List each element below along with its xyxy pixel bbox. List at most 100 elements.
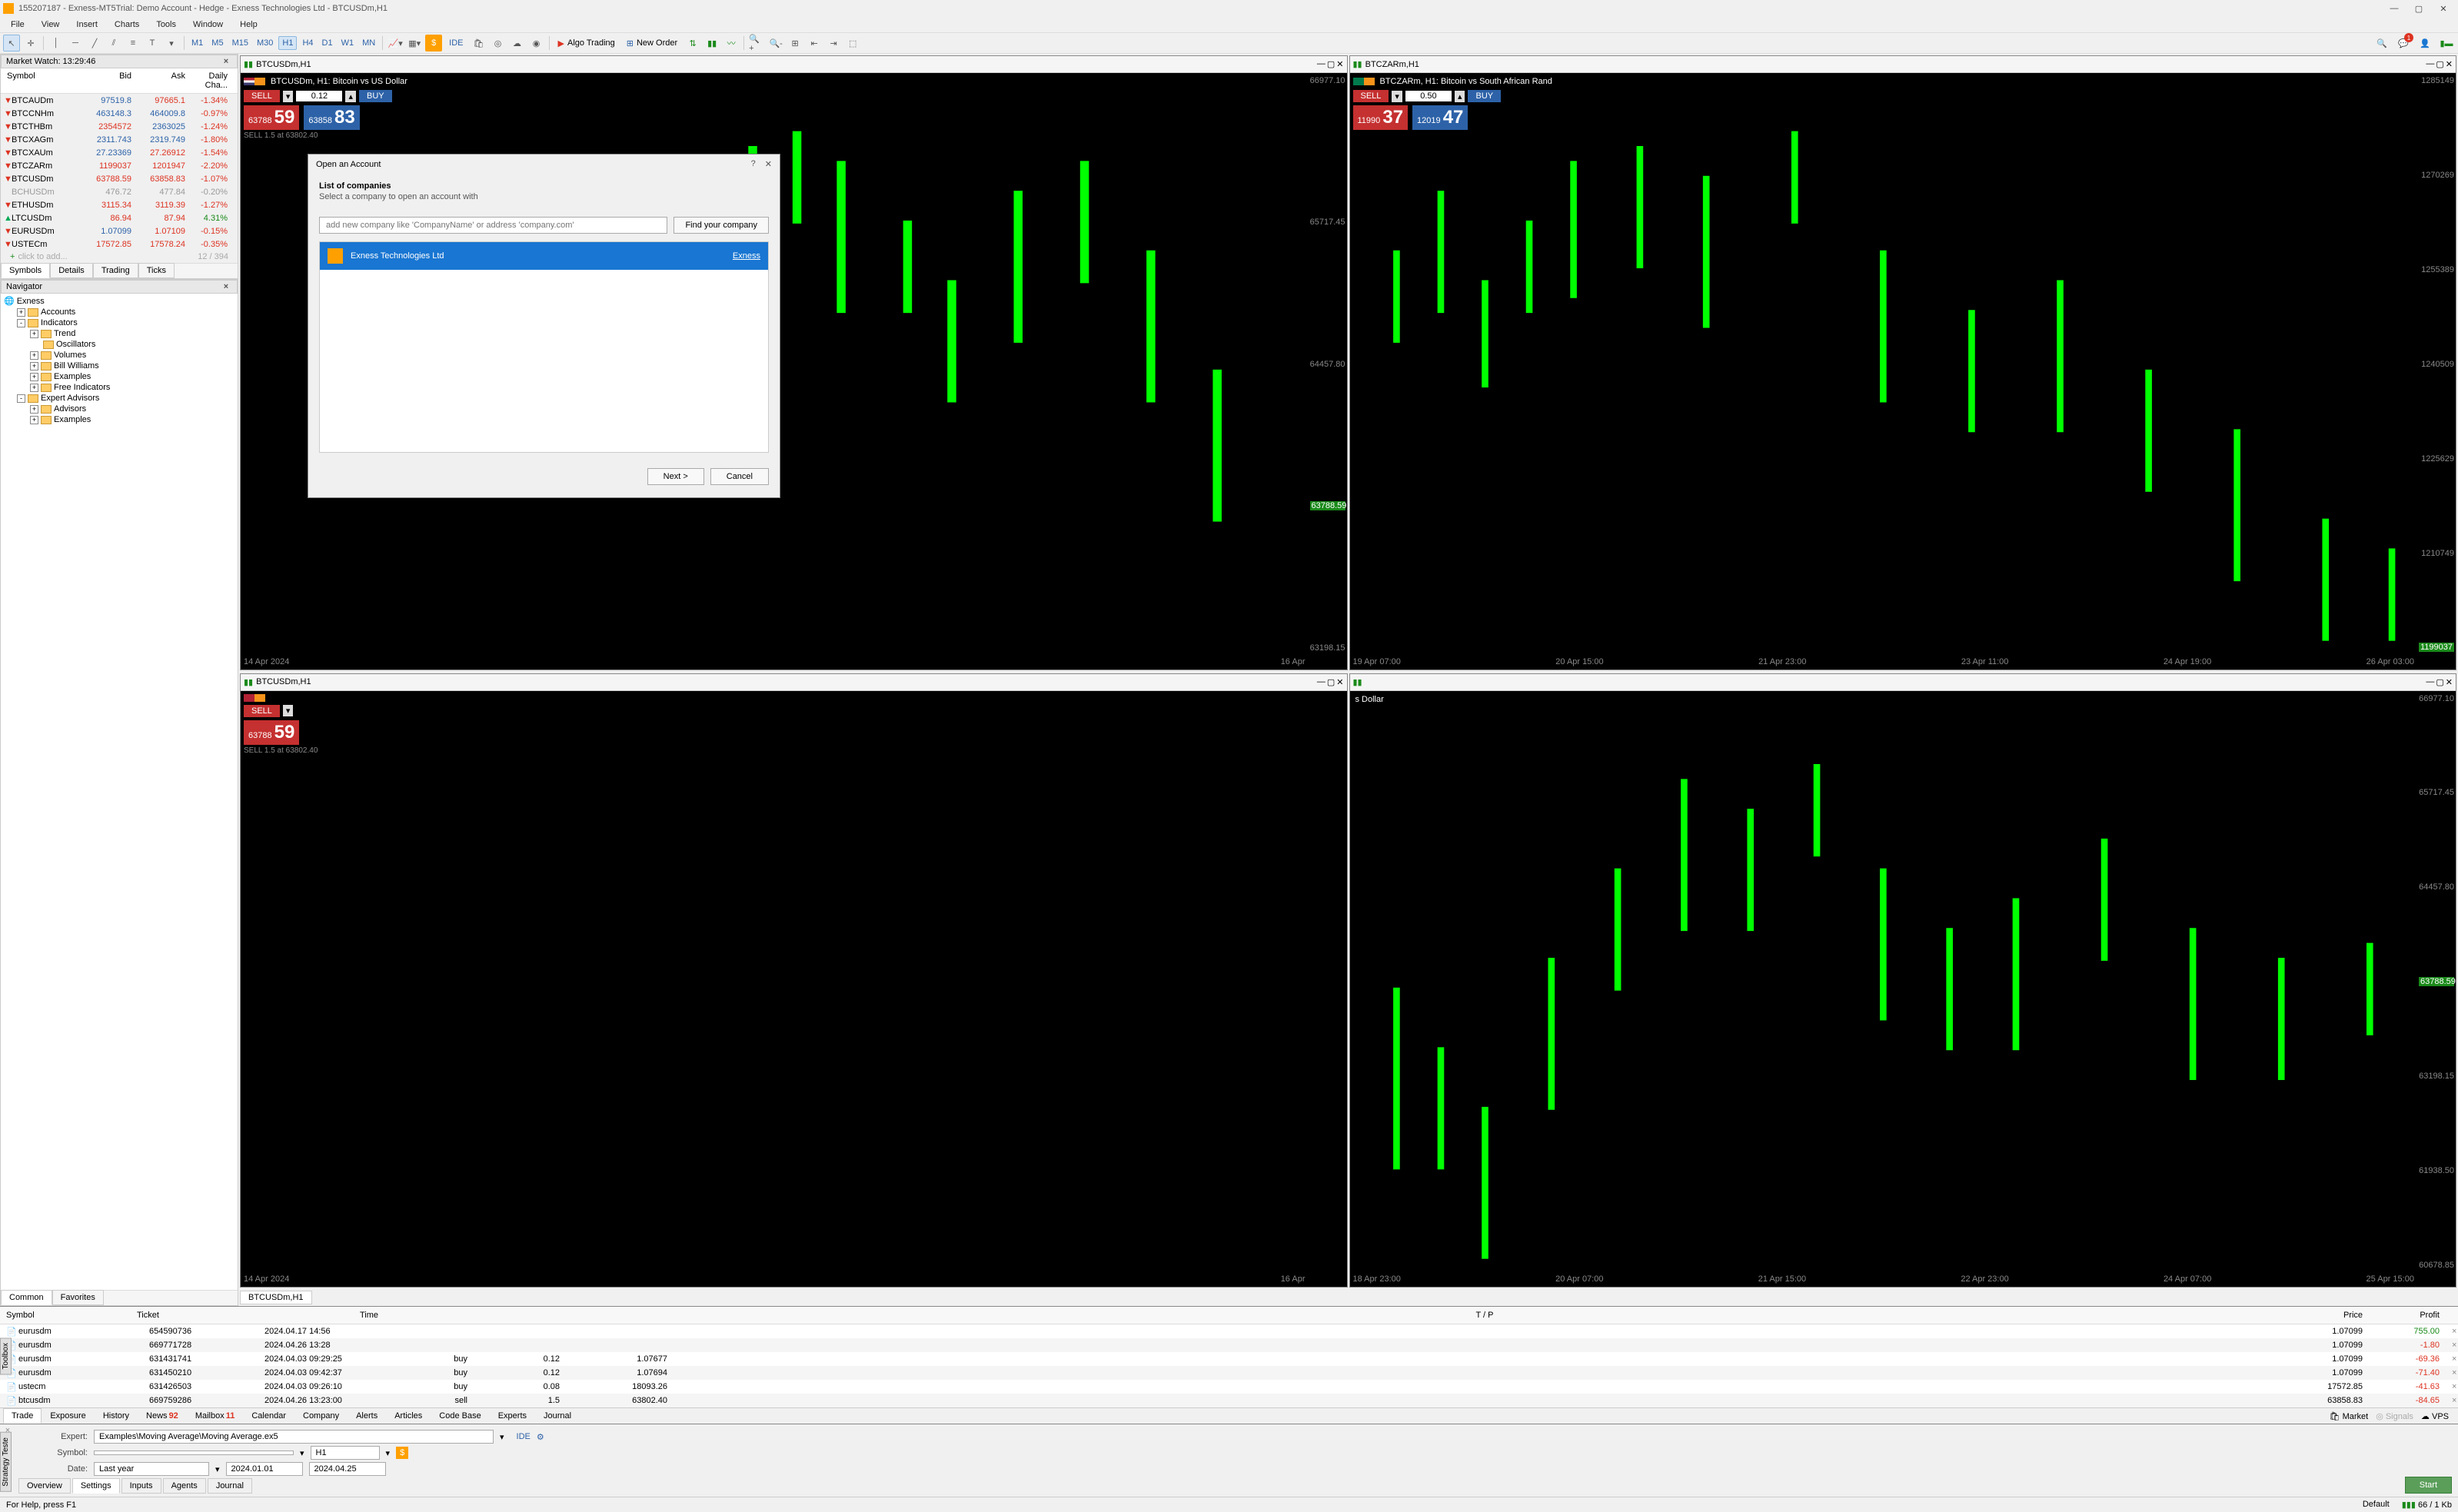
tf-m1[interactable]: M1 xyxy=(188,37,206,49)
chart-close[interactable]: ✕ xyxy=(2446,59,2453,69)
search-icon[interactable]: 🔍 xyxy=(2373,35,2390,52)
tab-experts[interactable]: Experts xyxy=(490,1408,535,1424)
equidistant-tool[interactable]: ⫽ xyxy=(105,35,122,52)
new-order-button[interactable]: ⊞New Order xyxy=(622,37,682,50)
zoom-out-icon[interactable]: 🔍- xyxy=(767,35,784,52)
trade-row[interactable]: 📄 eurusdm 669771728 2024.04.26 13:28 1.0… xyxy=(0,1338,2458,1352)
ide-button[interactable]: IDE xyxy=(444,37,467,49)
tab-trade[interactable]: Trade xyxy=(3,1408,42,1424)
vol-up[interactable]: ▴ xyxy=(1455,91,1465,102)
tab-company[interactable]: Company xyxy=(294,1408,348,1424)
gear-icon[interactable]: ⚙ xyxy=(537,1432,544,1442)
tree-item[interactable]: +Examples xyxy=(2,414,236,425)
template-tool[interactable]: ▦▾ xyxy=(406,35,423,52)
tree-item[interactable]: +Trend xyxy=(2,328,236,339)
indicator-tool[interactable]: 📈▾ xyxy=(387,35,404,52)
signals-link[interactable]: ◎ Signals xyxy=(2376,1411,2413,1421)
tab-articles[interactable]: Articles xyxy=(386,1408,431,1424)
dialog-close[interactable]: ✕ xyxy=(765,159,772,169)
minimize-button[interactable]: — xyxy=(2383,1,2406,16)
dollar-icon[interactable]: $ xyxy=(396,1447,408,1459)
market-watch-row[interactable]: ▼ BTCTHBm 2354572 2363025 -1.24% xyxy=(1,120,238,133)
connection-icon[interactable]: ▮▬ xyxy=(2438,35,2455,52)
trade-row[interactable]: 📄 eurusdm 654590736 2024.04.17 14:56 1.0… xyxy=(0,1324,2458,1338)
sell-button[interactable]: SELL xyxy=(244,705,280,717)
nav-tab-favorites[interactable]: Favorites xyxy=(52,1290,104,1305)
cancel-button[interactable]: Cancel xyxy=(710,468,769,485)
chart-max[interactable]: ▢ xyxy=(1327,59,1335,69)
market-watch-row[interactable]: ▼ BTCXAUm 27.23369 27.26912 -1.54% xyxy=(1,146,238,159)
buy-button[interactable]: BUY xyxy=(1468,90,1501,102)
mw-tab-ticks[interactable]: Ticks xyxy=(138,263,175,278)
buy-price[interactable]: 12019 47 xyxy=(1412,105,1468,130)
tf-m30[interactable]: M30 xyxy=(254,37,276,49)
trendline-tool[interactable]: ╱ xyxy=(86,35,103,52)
menu-insert[interactable]: Insert xyxy=(68,18,105,31)
crosshair-tool[interactable]: ✛ xyxy=(22,35,39,52)
mw-tab-symbols[interactable]: Symbols xyxy=(1,263,50,278)
expert-dropdown[interactable]: ▾ xyxy=(500,1432,504,1442)
market-watch-add[interactable]: +click to add... 12 / 394 xyxy=(1,251,238,263)
date-to[interactable]: 2024.04.25 xyxy=(309,1462,386,1476)
arrange-icon[interactable]: ⇅ xyxy=(684,35,701,52)
algo-trading-button[interactable]: ▶Algo Trading xyxy=(554,37,620,50)
vol-up[interactable]: ▴ xyxy=(345,91,356,102)
company-list[interactable]: Exness Technologies Ltd Exness xyxy=(319,241,769,453)
trade-row[interactable]: 📄 eurusdm 631450210 2024.04.03 09:42:37 … xyxy=(0,1366,2458,1380)
tester-tab-overview[interactable]: Overview xyxy=(18,1478,71,1494)
expand-icon[interactable]: - xyxy=(17,319,25,327)
close-trade-icon[interactable]: × xyxy=(2446,1353,2458,1365)
select-icon[interactable]: ⬚ xyxy=(844,35,861,52)
company-search-input[interactable] xyxy=(319,217,667,234)
hline-tool[interactable]: ─ xyxy=(67,35,84,52)
chart-close[interactable]: ✕ xyxy=(1336,59,1343,69)
maximize-button[interactable]: ▢ xyxy=(2407,1,2430,16)
market-watch-row[interactable]: ▼ EURUSDm 1.07099 1.07109 -0.15% xyxy=(1,224,238,238)
sell-button[interactable]: SELL xyxy=(244,90,280,102)
market-watch-row[interactable]: ▼ USTECm 17572.85 17578.24 -0.35% xyxy=(1,238,238,251)
chart-btczarm[interactable]: ▮▮ BTCZARm,H1 —▢✕ BTCZARm, H1: Bitcoin v… xyxy=(1349,55,2457,670)
profile-name[interactable]: Default xyxy=(2363,1500,2390,1510)
dollar-icon[interactable]: $ xyxy=(425,35,442,52)
line-icon[interactable]: 〰 xyxy=(723,35,740,52)
start-button[interactable]: Start xyxy=(2405,1477,2452,1494)
tree-item[interactable]: Oscillators xyxy=(2,339,236,350)
trade-row[interactable]: 📄 btcusdm 669759286 2024.04.26 13:23:00 … xyxy=(0,1394,2458,1407)
chart-min[interactable]: — xyxy=(2426,59,2434,69)
expand-icon[interactable]: + xyxy=(30,384,38,392)
autoscroll-icon[interactable]: ⇥ xyxy=(825,35,842,52)
tree-item[interactable]: -Indicators xyxy=(2,317,236,328)
zoom-in-icon[interactable]: 🔍+ xyxy=(748,35,765,52)
market-watch-row[interactable]: ▲ LTCUSDm 86.94 87.94 4.31% xyxy=(1,211,238,224)
tree-item[interactable]: +Examples xyxy=(2,371,236,382)
tab-codebase[interactable]: Code Base xyxy=(431,1408,489,1424)
tile-icon[interactable]: ⊞ xyxy=(787,35,803,52)
tree-item[interactable]: +Bill Williams xyxy=(2,361,236,371)
chart-btcusdm-bottom-right[interactable]: ▮▮ —▢✕ s Dollar 66977.1065717.4564457.80 xyxy=(1349,673,2457,1288)
volume-input[interactable]: 0.50 xyxy=(1405,91,1452,101)
close-trade-icon[interactable]: × xyxy=(2446,1325,2458,1338)
tab-journal[interactable]: Journal xyxy=(535,1408,580,1424)
tab-mailbox[interactable]: Mailbox11 xyxy=(187,1408,244,1424)
menu-file[interactable]: File xyxy=(3,18,32,31)
expand-icon[interactable]: + xyxy=(17,308,25,317)
market-watch-row[interactable]: ▼ BTCZARm 1199037 1201947 -2.20% xyxy=(1,159,238,172)
tab-alerts[interactable]: Alerts xyxy=(348,1408,386,1424)
close-trade-icon[interactable]: × xyxy=(2446,1339,2458,1351)
signals-icon[interactable]: ◎ xyxy=(490,35,507,52)
tester-tab-journal[interactable]: Journal xyxy=(208,1478,252,1494)
mql5-icon[interactable]: ◉ xyxy=(528,35,545,52)
trade-row[interactable]: 📄 ustecm 631426503 2024.04.03 09:26:10 b… xyxy=(0,1380,2458,1394)
objects-tool[interactable]: ▾ xyxy=(163,35,180,52)
sell-button[interactable]: SELL xyxy=(1353,90,1389,102)
tree-item[interactable]: +Volumes xyxy=(2,350,236,361)
close-trade-icon[interactable]: × xyxy=(2446,1367,2458,1379)
tf-h4[interactable]: H4 xyxy=(299,37,316,49)
tree-item[interactable]: +Advisors xyxy=(2,404,236,414)
close-trade-icon[interactable]: × xyxy=(2446,1381,2458,1393)
fibo-tool[interactable]: ≡ xyxy=(125,35,141,52)
cursor-tool[interactable]: ↖ xyxy=(3,35,20,52)
market-watch-row[interactable]: ▼ BTCAUDm 97519.8 97665.1 -1.34% xyxy=(1,94,238,107)
vps-link[interactable]: ☁ VPS xyxy=(2421,1411,2449,1421)
candles-icon[interactable]: ▮▮ xyxy=(703,35,720,52)
